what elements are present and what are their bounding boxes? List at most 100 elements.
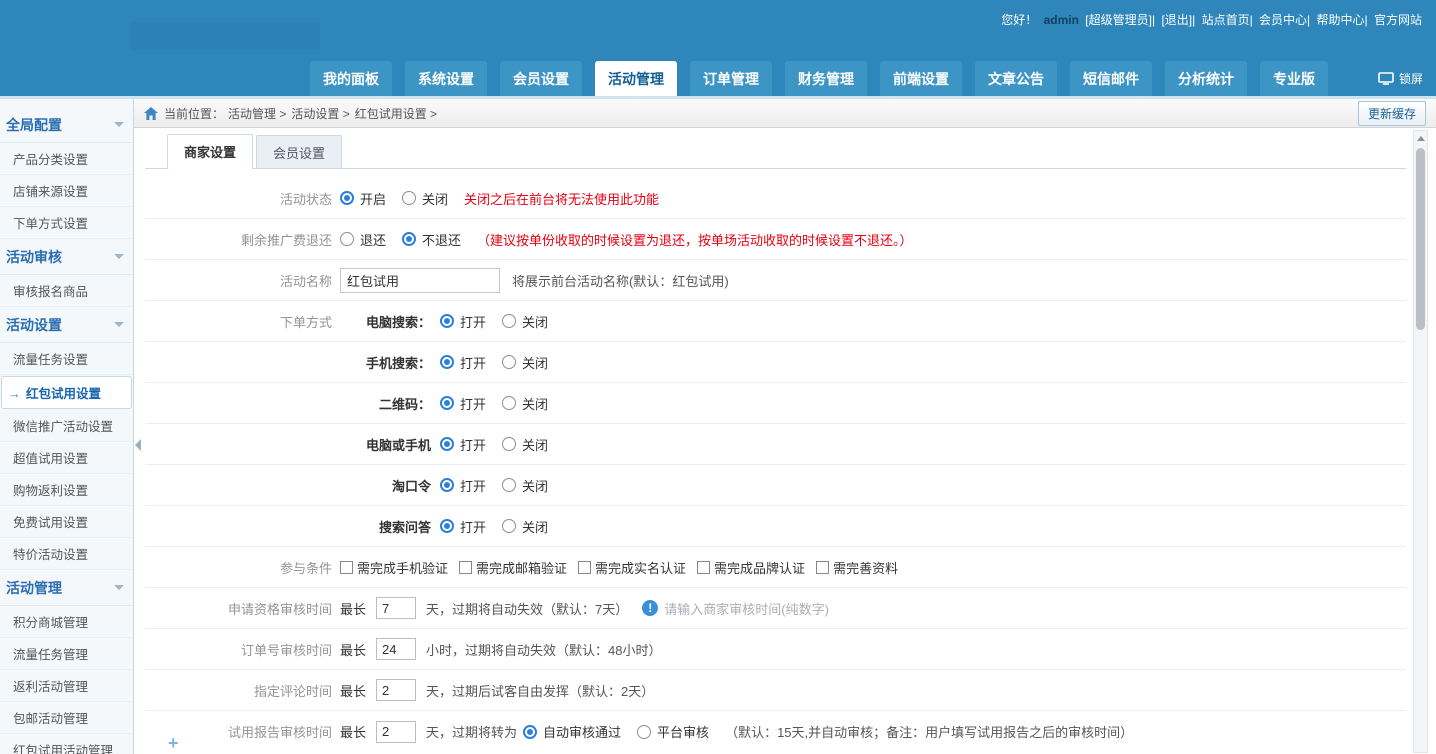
radio-pc-search-off-label[interactable]: 关闭 (522, 312, 548, 331)
radio-qrcode-off[interactable] (502, 396, 516, 410)
nav-tab-articles[interactable]: 文章公告 (975, 61, 1057, 96)
radio-qrcode-off-label[interactable]: 关闭 (522, 394, 548, 413)
logout-link[interactable]: [退出]| (1161, 13, 1195, 27)
sidebar-item-review-products[interactable]: 审核报名商品 (0, 275, 133, 307)
report-review-note: （默认：15天,并自动审核；备注：用户填写试用报告之后的审核时间） (725, 722, 1133, 741)
checkbox-email-verify-label[interactable]: 需完成邮箱验证 (476, 558, 567, 577)
sidebar-item-free-shipping-mgmt[interactable]: 包邮活动管理 (0, 702, 133, 734)
radio-search-qa-on[interactable] (440, 519, 454, 533)
radio-refund-return[interactable] (340, 232, 354, 246)
sidebar-item-shopping-rebate-settings[interactable]: 购物返利设置 (0, 474, 133, 506)
checkbox-email-verify[interactable] (459, 561, 472, 574)
site-home-link[interactable]: 站点首页| (1202, 13, 1253, 27)
nav-tab-frontend[interactable]: 前端设置 (880, 61, 962, 96)
radio-pc-search-on[interactable] (440, 314, 454, 328)
nav-tab-dashboard[interactable]: 我的面板 (310, 61, 392, 96)
sidebar-section-activity-review[interactable]: 活动审核 (0, 239, 133, 275)
plus-icon[interactable]: + (168, 733, 179, 754)
sidebar-item-special-activity-settings[interactable]: 特价活动设置 (0, 538, 133, 570)
nav-tab-activities[interactable]: 活动管理 (595, 61, 677, 96)
radio-qrcode-on-label[interactable]: 打开 (460, 394, 486, 413)
radio-pc-or-mobile-off[interactable] (502, 437, 516, 451)
member-center-link[interactable]: 会员中心| (1259, 13, 1310, 27)
sidebar-item-redpacket-trial-settings[interactable]: → 红包试用设置 (1, 376, 132, 409)
checkbox-phone-verify-label[interactable]: 需完成手机验证 (357, 558, 448, 577)
checkbox-realname-verify-label[interactable]: 需完成实名认证 (595, 558, 686, 577)
sidebar-item-wechat-promo-settings[interactable]: 微信推广活动设置 (0, 410, 133, 442)
checkbox-phone-verify[interactable] (340, 561, 353, 574)
apply-review-days-input[interactable] (376, 597, 416, 619)
checkbox-brand-verify[interactable] (697, 561, 710, 574)
radio-status-off[interactable] (402, 191, 416, 205)
radio-platform-review[interactable] (637, 725, 651, 739)
radio-taokouling-on-label[interactable]: 打开 (460, 476, 486, 495)
radio-qrcode-on[interactable] (440, 396, 454, 410)
radio-status-on[interactable] (340, 191, 354, 205)
radio-search-qa-on-label[interactable]: 打开 (460, 517, 486, 536)
nav-tab-finance[interactable]: 财务管理 (785, 61, 867, 96)
radio-pc-or-mobile-off-label[interactable]: 关闭 (522, 435, 548, 454)
nav-tab-orders[interactable]: 订单管理 (690, 61, 772, 96)
radio-auto-approve[interactable] (523, 725, 537, 739)
radio-status-on-label[interactable]: 开启 (360, 189, 386, 208)
nav-tab-pro[interactable]: 专业版 (1260, 61, 1328, 96)
scrollbar-thumb[interactable] (1416, 148, 1425, 330)
comment-days-input[interactable] (376, 679, 416, 701)
radio-mobile-search-on-label[interactable]: 打开 (460, 353, 486, 372)
sidebar-section-activity-management[interactable]: 活动管理 (0, 570, 133, 606)
tab-member-settings[interactable]: 会员设置 (256, 135, 342, 168)
lock-screen-button[interactable]: 锁屏 (1378, 70, 1423, 87)
sidebar-item-free-trial-settings[interactable]: 免费试用设置 (0, 506, 133, 538)
radio-refund-return-label[interactable]: 退还 (360, 230, 386, 249)
update-cache-button[interactable]: 更新缓存 (1358, 101, 1426, 126)
sidebar-item-shop-source[interactable]: 店铺来源设置 (0, 175, 133, 207)
tab-merchant-settings[interactable]: 商家设置 (167, 134, 253, 169)
radio-taokouling-off-label[interactable]: 关闭 (522, 476, 548, 495)
nav-tab-analytics[interactable]: 分析统计 (1165, 61, 1247, 96)
breadcrumb-activity-settings[interactable]: 活动设置 > (291, 105, 349, 122)
breadcrumb-activity-mgmt[interactable]: 活动管理 > (228, 105, 286, 122)
radio-taokouling-off[interactable] (502, 478, 516, 492)
radio-auto-approve-label[interactable]: 自动审核通过 (543, 722, 621, 741)
radio-refund-noreturn[interactable] (402, 232, 416, 246)
radio-pc-search-off[interactable] (502, 314, 516, 328)
radio-platform-review-label[interactable]: 平台审核 (657, 722, 709, 741)
checkbox-brand-verify-label[interactable]: 需完成品牌认证 (714, 558, 805, 577)
report-review-days-input[interactable] (376, 721, 416, 743)
scroll-up-icon[interactable] (1417, 136, 1425, 141)
checkbox-realname-verify[interactable] (578, 561, 591, 574)
checkbox-complete-profile[interactable] (816, 561, 829, 574)
official-site-link[interactable]: 官方网站 (1374, 13, 1422, 27)
sidebar-item-value-trial-settings[interactable]: 超值试用设置 (0, 442, 133, 474)
nav-tab-sms-mail[interactable]: 短信邮件 (1070, 61, 1152, 96)
radio-pc-or-mobile-on[interactable] (440, 437, 454, 451)
radio-status-off-label[interactable]: 关闭 (422, 189, 448, 208)
sidebar-collapse-icon[interactable] (135, 439, 141, 451)
breadcrumb-redpacket-trial[interactable]: 红包试用设置 > (355, 105, 437, 122)
radio-search-qa-off-label[interactable]: 关闭 (522, 517, 548, 536)
radio-mobile-search-off-label[interactable]: 关闭 (522, 353, 548, 372)
sidebar-item-traffic-task-mgmt[interactable]: 流量任务管理 (0, 638, 133, 670)
nav-tab-members[interactable]: 会员设置 (500, 61, 582, 96)
sidebar-item-traffic-task-settings[interactable]: 流量任务设置 (0, 343, 133, 375)
activity-name-input[interactable] (340, 268, 500, 293)
sidebar-item-points-mall-mgmt[interactable]: 积分商城管理 (0, 606, 133, 638)
sidebar-item-product-category[interactable]: 产品分类设置 (0, 143, 133, 175)
sidebar-item-redpacket-trial-mgmt[interactable]: 红包试用活动管理 (0, 734, 133, 754)
nav-tab-system[interactable]: 系统设置 (405, 61, 487, 96)
help-center-link[interactable]: 帮助中心| (1317, 13, 1368, 27)
sidebar-section-global-config[interactable]: 全局配置 (0, 107, 133, 143)
radio-refund-noreturn-label[interactable]: 不退还 (422, 230, 461, 249)
sidebar-item-order-method[interactable]: 下单方式设置 (0, 207, 133, 239)
checkbox-complete-profile-label[interactable]: 需完善资料 (833, 558, 898, 577)
order-review-hours-input[interactable] (376, 638, 416, 660)
radio-mobile-search-on[interactable] (440, 355, 454, 369)
radio-pc-or-mobile-on-label[interactable]: 打开 (460, 435, 486, 454)
radio-pc-search-on-label[interactable]: 打开 (460, 312, 486, 331)
vertical-scrollbar[interactable] (1413, 130, 1428, 753)
sidebar-section-activity-settings[interactable]: 活动设置 (0, 307, 133, 343)
radio-taokouling-on[interactable] (440, 478, 454, 492)
radio-mobile-search-off[interactable] (502, 355, 516, 369)
sidebar-item-rebate-activity-mgmt[interactable]: 返利活动管理 (0, 670, 133, 702)
radio-search-qa-off[interactable] (502, 519, 516, 533)
